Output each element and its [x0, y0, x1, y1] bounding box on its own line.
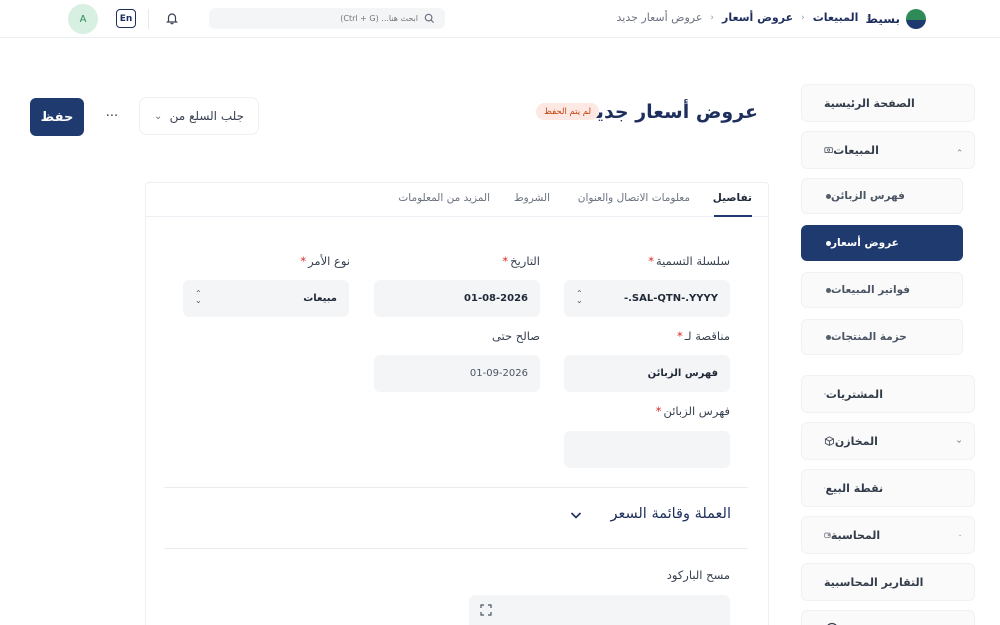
required-mark: *: [502, 254, 509, 268]
date-label: التاريخ*: [502, 254, 540, 268]
form-tabs: تفاصيل معلومات الاتصال والعنوان الشروط ا…: [146, 183, 768, 217]
section-divider: [164, 487, 748, 488]
sidebar-item-label: المخازن: [834, 434, 878, 448]
valid-till-value: 01-09-2026: [469, 368, 528, 379]
sidebar-item-label: المبيعات: [833, 143, 879, 157]
sidebar-subitem-label: فهرس الزبائن: [831, 190, 905, 202]
required-mark: *: [648, 254, 654, 268]
bell-icon[interactable]: [165, 11, 179, 25]
quotation-to-value: فهرس الزبائن: [647, 368, 718, 379]
required-mark: *: [655, 404, 662, 418]
brand[interactable]: بسيط: [866, 9, 926, 29]
sidebar-item-home[interactable]: الصفحة الرئيسية: [801, 84, 975, 122]
chevron-down-icon: [956, 439, 962, 443]
select-updown-icon: ⌃ ⌄: [576, 289, 583, 305]
chevron-down-icon: [961, 393, 962, 395]
brand-logo-icon: [906, 9, 926, 29]
fetch-items-button[interactable]: جلب السلع من ⌄: [139, 97, 259, 135]
save-button[interactable]: حفظ: [30, 98, 84, 136]
money-icon: [824, 147, 833, 153]
page-title: عروض أسعار جديد: [585, 101, 758, 123]
sidebar-subitem-label: عروض أسعار: [831, 237, 899, 249]
sidebar-item-label: المحاسبة: [830, 528, 881, 542]
search-input[interactable]: [298, 14, 418, 23]
top-bar: بسيط ‹ المبيعات ‹ عروض أسعار ‹ عروض أسعا…: [0, 0, 1000, 38]
sidebar-item-purchases[interactable]: المشتريات: [801, 375, 975, 413]
sidebar-subitem-label: فواتير المبيعات: [831, 284, 911, 296]
date-field[interactable]: 01-08-2026: [374, 280, 540, 317]
breadcrumb-separator-icon: ‹: [710, 12, 715, 23]
barcode-field[interactable]: [469, 595, 730, 625]
box-icon: [824, 436, 834, 446]
label-text: فهرس الزبائن: [663, 404, 730, 418]
barcode-label: مسح الباركود: [666, 568, 730, 582]
sidebar-item-label: الصفحة الرئيسية: [824, 96, 915, 110]
customer-label: فهرس الزبائن*: [656, 404, 730, 418]
naming-series-label: سلسلة التسمية*: [648, 254, 730, 268]
sidebar-item-label: المشتريات: [825, 387, 883, 401]
settings-icon: [827, 622, 837, 625]
brand-name: بسيط: [865, 12, 900, 26]
search-icon: [424, 13, 435, 24]
order-type-value: مبيعات: [303, 293, 337, 304]
required-mark: *: [300, 254, 307, 268]
customer-field[interactable]: [564, 431, 730, 468]
scan-icon[interactable]: [480, 604, 492, 616]
tab-more-info[interactable]: المزيد من المعلومات: [398, 192, 490, 204]
sidebar-item-more[interactable]: [801, 610, 975, 625]
sidebar-item-label: نقطة البيع: [825, 481, 884, 495]
status-badge: لم يتم الحفظ: [536, 103, 600, 120]
chevron-up-icon: [957, 148, 962, 151]
breadcrumb-item-current: عروض أسعار جديد: [616, 11, 703, 24]
naming-series-value: SAL-QTN-.YYYY.-: [623, 293, 718, 304]
sidebar-subitem-sales-invoices[interactable]: فواتير المبيعات: [801, 272, 963, 308]
label-text: مناقصة لـ: [684, 329, 730, 343]
sidebar-item-reports[interactable]: التقارير المحاسبية: [801, 563, 975, 601]
wallet-icon: [824, 532, 831, 538]
sidebar-item-accounting[interactable]: المحاسبة: [801, 516, 975, 554]
chevron-down-icon[interactable]: [570, 511, 582, 520]
required-mark: *: [676, 329, 683, 343]
breadcrumb-separator-icon: ‹: [866, 12, 870, 23]
fetch-items-label: جلب السلع من: [169, 109, 244, 123]
chevron-down-icon: [958, 534, 962, 536]
breadcrumb: ‹ المبيعات ‹ عروض أسعار ‹ عروض أسعار جدي…: [617, 11, 870, 24]
sidebar-item-sales[interactable]: المبيعات: [801, 131, 975, 169]
quotation-to-field[interactable]: فهرس الزبائن: [564, 355, 730, 392]
topbar-divider: [148, 9, 149, 29]
tab-terms[interactable]: الشروط: [514, 192, 550, 204]
quotation-to-label: مناقصة لـ*: [677, 329, 730, 343]
label-text: سلسلة التسمية: [655, 254, 730, 268]
sidebar-subitem-customers[interactable]: فهرس الزبائن: [801, 178, 963, 214]
sidebar-item-warehouses[interactable]: المخازن: [801, 422, 975, 460]
date-value: 01-08-2026: [464, 293, 528, 304]
label-text: نوع الأمر: [308, 254, 350, 268]
valid-till-field[interactable]: 01-09-2026: [374, 355, 540, 392]
breadcrumb-separator-icon: ‹: [801, 12, 805, 23]
sidebar-item-pos[interactable]: نقطة البيع: [801, 469, 975, 507]
order-type-select[interactable]: مبيعات ⌃ ⌄: [183, 280, 349, 317]
sidebar-subitem-quotations[interactable]: عروض أسعار: [801, 225, 963, 261]
sidebar-item-label: التقارير المحاسبية: [824, 575, 924, 589]
label-text: التاريخ: [510, 254, 540, 268]
chevron-down-icon: [961, 487, 962, 489]
language-toggle-button[interactable]: En: [116, 9, 136, 28]
sidebar-subitem-label: حزمة المنتجات: [831, 331, 907, 343]
tab-details[interactable]: تفاصيل: [713, 192, 752, 204]
tab-contact-address[interactable]: معلومات الاتصال والعنوان: [578, 192, 690, 204]
naming-series-select[interactable]: SAL-QTN-.YYYY.- ⌃ ⌄: [564, 280, 730, 317]
active-tab-indicator: [714, 215, 752, 217]
sidebar-subitem-product-bundle[interactable]: حزمة المنتجات: [801, 319, 963, 355]
more-options-button[interactable]: ···: [92, 97, 132, 135]
order-type-label: نوع الأمر*: [300, 254, 350, 268]
valid-till-label: صالح حتى: [491, 329, 540, 343]
dropdown-arrow-icon: ⌄: [154, 110, 163, 122]
currency-section-title[interactable]: العملة وقائمة السعر: [610, 506, 731, 522]
avatar[interactable]: A: [68, 4, 98, 34]
breadcrumb-item-quotations[interactable]: عروض أسعار: [722, 11, 793, 24]
breadcrumb-item-sales[interactable]: المبيعات: [813, 11, 859, 24]
section-divider: [164, 548, 748, 549]
select-updown-icon: ⌃ ⌄: [195, 289, 202, 305]
search-box[interactable]: [209, 8, 445, 29]
